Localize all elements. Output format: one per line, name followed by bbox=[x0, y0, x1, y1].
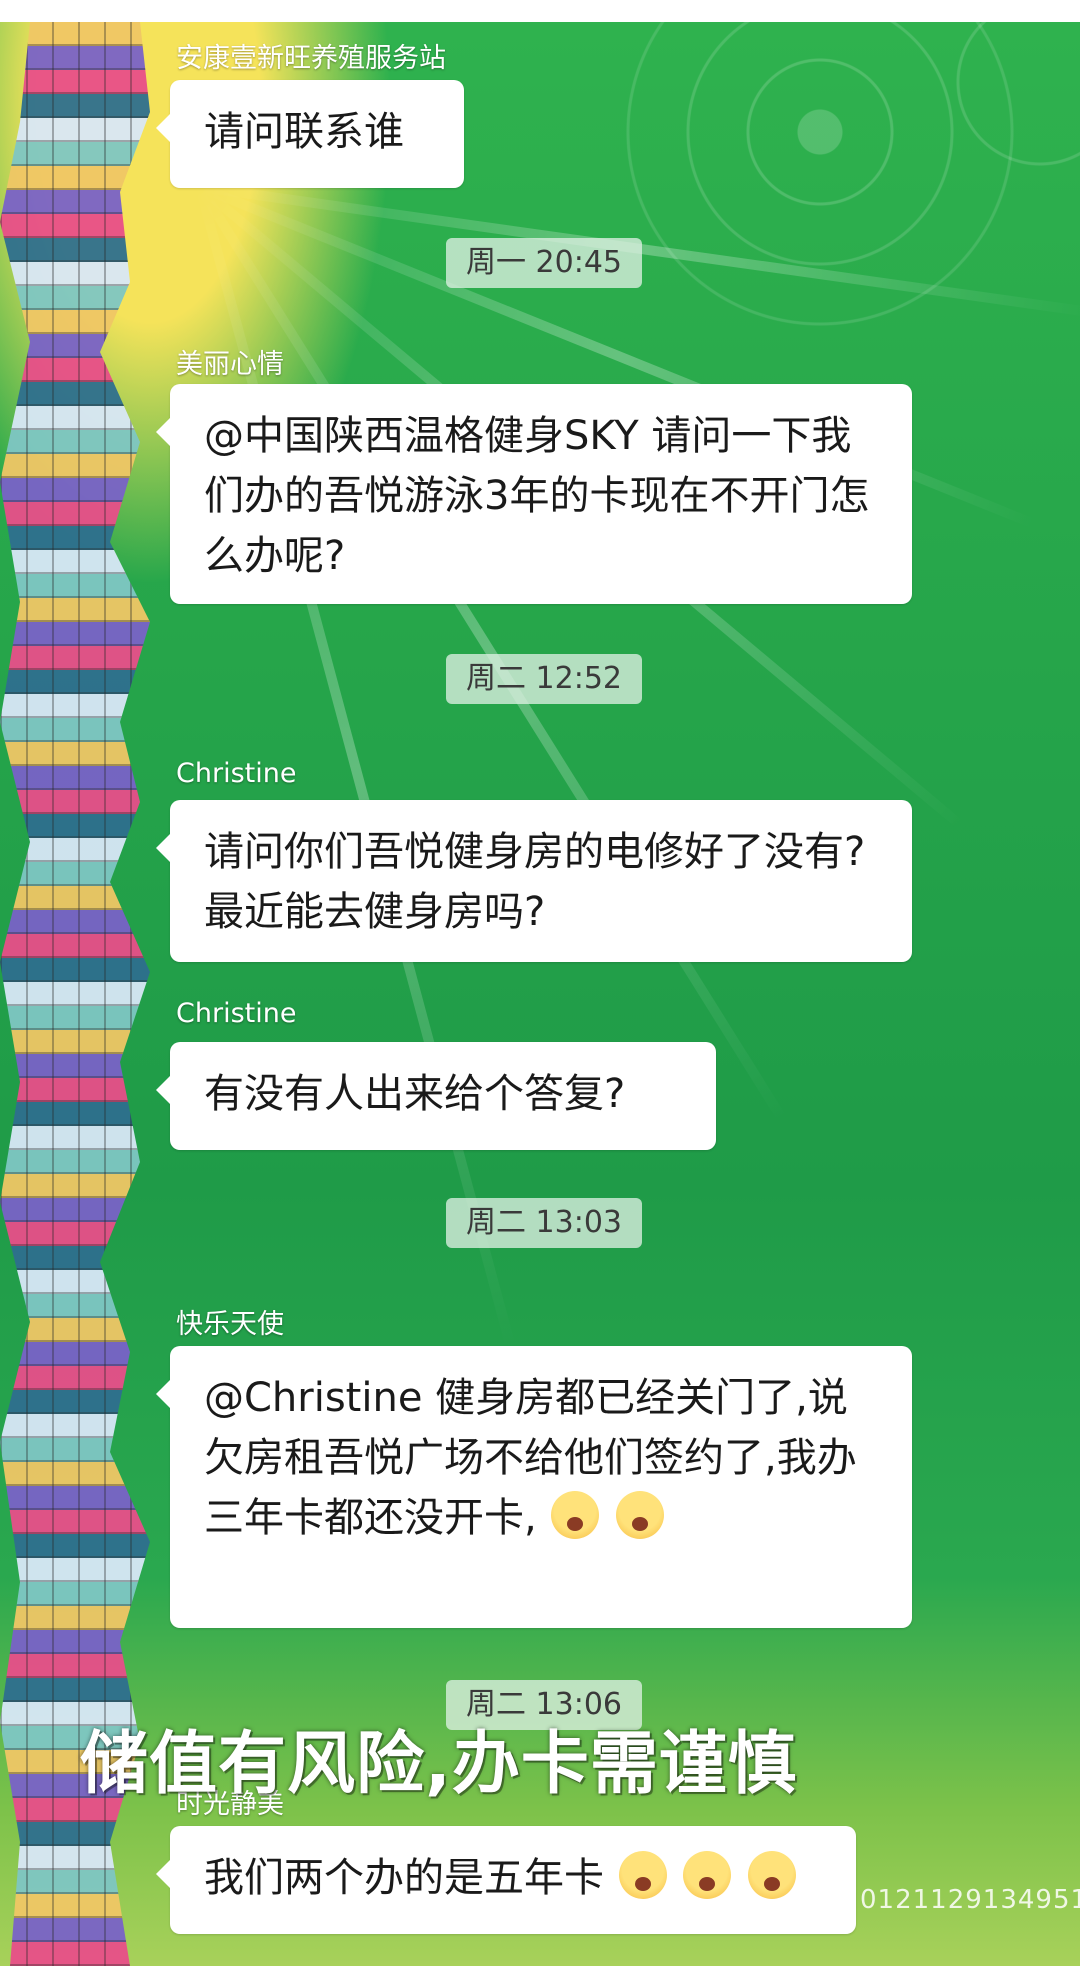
message-sender: 美丽心情 bbox=[176, 349, 284, 380]
message-text: 我们两个办的是五年卡 bbox=[204, 1855, 604, 1901]
shocked-face-emoji-icon bbox=[748, 1851, 797, 1899]
bottom-strip bbox=[0, 1966, 1080, 1986]
top-strip bbox=[0, 0, 1080, 22]
timestamp-badge: 周二 13:03 bbox=[446, 1198, 642, 1248]
message-bubble[interactable]: 请问联系谁 bbox=[156, 80, 464, 188]
shocked-face-emoji-icon bbox=[683, 1851, 732, 1899]
message-sender: 快乐天使 bbox=[176, 1309, 284, 1340]
laughing-tears-emoji-icon bbox=[551, 1491, 600, 1539]
message-text: 有没有人出来给个答复? bbox=[204, 1071, 626, 1117]
laughing-tears-emoji-icon bbox=[616, 1491, 665, 1539]
message-text: 请问你们吾悦健身房的电修好了没有?最近能去健身房吗? bbox=[204, 829, 866, 935]
message-bubble[interactable]: 请问你们吾悦健身房的电修好了没有?最近能去健身房吗? bbox=[156, 800, 912, 962]
message-sender: Christine bbox=[176, 758, 297, 789]
chat-background bbox=[0, 22, 1080, 1966]
message-bubble[interactable]: @Christine 健身房都已经关门了,说欠房租吾悦广场不给他们签约了,我办三… bbox=[156, 1346, 912, 1628]
message-bubble[interactable]: 我们两个办的是五年卡 bbox=[156, 1826, 856, 1934]
message-text: 请问联系谁 bbox=[204, 109, 404, 155]
message-sender: Christine bbox=[176, 998, 297, 1029]
timestamp-badge: 周二 12:52 bbox=[446, 654, 642, 704]
timestamp-badge: 周一 20:45 bbox=[446, 238, 642, 288]
watermark-number: 0121129134951 bbox=[860, 1885, 1080, 1915]
message-bubble[interactable]: @中国陕西温格健身SKY 请问一下我们办的吾悦游泳3年的卡现在不开门怎么办呢? bbox=[156, 384, 912, 604]
message-sender: 安康壹新旺养殖服务站 bbox=[176, 43, 446, 74]
overlay-caption: 储值有风险,办卡需谨慎 bbox=[80, 1725, 797, 1804]
shocked-face-emoji-icon bbox=[618, 1851, 667, 1899]
message-text: @中国陕西温格健身SKY 请问一下我们办的吾悦游泳3年的卡现在不开门怎么办呢? bbox=[204, 413, 870, 579]
message-bubble[interactable]: 有没有人出来给个答复? bbox=[156, 1042, 716, 1150]
message-text: @Christine 健身房都已经关门了,说欠房租吾悦广场不给他们签约了,我办三… bbox=[204, 1375, 857, 1541]
